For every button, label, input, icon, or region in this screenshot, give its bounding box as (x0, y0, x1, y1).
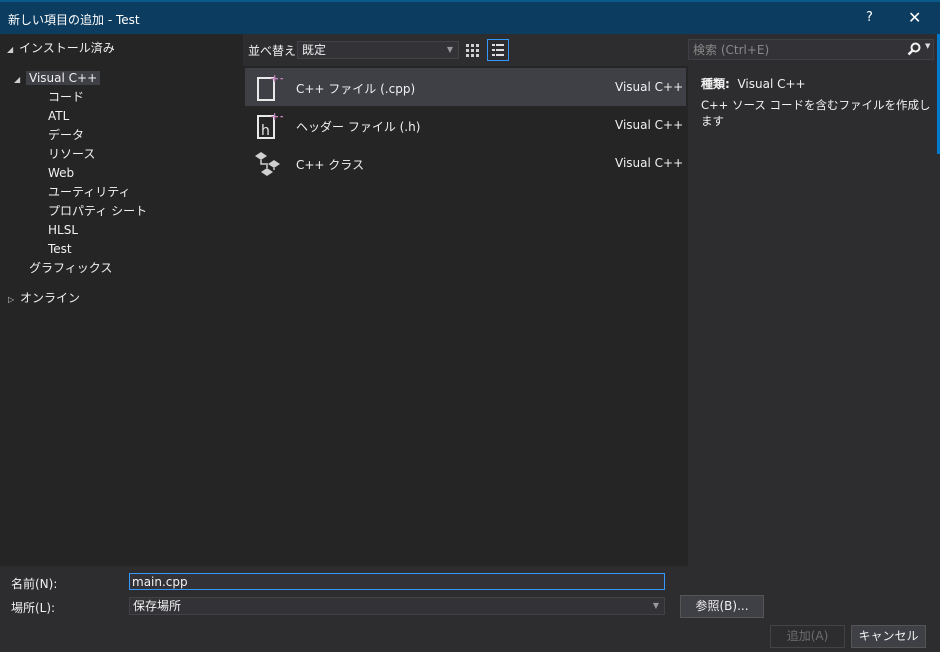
name-input[interactable] (129, 573, 665, 590)
tree-item-property-sheet[interactable]: プロパティ シート (48, 202, 147, 220)
list-item[interactable]: h ++ ヘッダー ファイル (.h) Visual C++ (245, 106, 686, 144)
tree-item-visual-cpp[interactable]: ◢ Visual C++ (14, 69, 101, 89)
title-bar: 新しい項目の追加 - Test ? ✕ (0, 0, 940, 34)
location-dropdown[interactable]: 保存場所 ▼ (129, 597, 665, 615)
close-button[interactable]: ✕ (908, 8, 921, 27)
item-form: 名前(N): 場所(L): 保存場所 ▼ 参照(B)... 追加(A) キャンセ… (0, 566, 940, 652)
chevron-down-icon: ▼ (652, 601, 659, 610)
add-button[interactable]: 追加(A) (770, 625, 845, 648)
detail-type-label: 種類: (701, 77, 730, 91)
item-language: Visual C++ (615, 118, 684, 132)
item-name: ヘッダー ファイル (.h) (296, 120, 421, 134)
expanded-arrow-icon[interactable]: ◢ (14, 71, 26, 89)
expanded-arrow-icon[interactable]: ◢ (7, 41, 19, 59)
tree-item-online[interactable]: ▷ オンライン (8, 289, 80, 307)
search-input[interactable] (689, 40, 899, 59)
header-file-icon: h ++ (257, 110, 283, 139)
sort-value: 既定 (302, 43, 327, 57)
list-view-button[interactable] (487, 39, 509, 61)
grid-icon (466, 44, 479, 57)
cpp-class-icon (255, 152, 280, 176)
svg-text:++: ++ (270, 110, 283, 123)
list-item[interactable]: ++ C++ ファイル (.cpp) Visual C++ (245, 68, 686, 106)
tree-item-utility[interactable]: ユーティリティ (48, 183, 131, 201)
tree-item-label: オンライン (20, 291, 81, 305)
help-button[interactable]: ? (866, 10, 873, 25)
tree-item-atl[interactable]: ATL (48, 107, 69, 125)
tree-item-label: Visual C++ (26, 71, 101, 85)
items-toolbar: 並べ替え: 既定 ▼ (243, 34, 688, 66)
detail-type-value: Visual C++ (737, 77, 806, 91)
svg-text:++: ++ (270, 72, 283, 85)
tree-item-resource[interactable]: リソース (48, 145, 95, 163)
detail-type: 種類: Visual C++ (701, 75, 806, 92)
list-icon (492, 44, 504, 56)
svg-text:h: h (261, 123, 270, 139)
tree-item-graphics[interactable]: グラフィックス (29, 259, 112, 277)
search-options-icon[interactable]: ▼ (925, 42, 930, 50)
search-icon[interactable] (907, 42, 921, 56)
cancel-button[interactable]: キャンセル (851, 625, 926, 648)
item-name: C++ ファイル (.cpp) (296, 82, 416, 96)
category-tree: ◢ インストール済み ◢ Visual C++ コード ATL データ リソース W… (0, 34, 243, 566)
search-box: ▼ (688, 39, 934, 60)
tree-item-installed[interactable]: ◢ インストール済み (7, 39, 115, 57)
item-name: C++ クラス (296, 158, 365, 172)
list-item[interactable]: C++ クラス Visual C++ (245, 144, 686, 182)
details-pane: 種類: Visual C++ C++ ソース コードを含むファイルを作成します (688, 66, 940, 566)
item-language: Visual C++ (615, 80, 684, 94)
tree-item-test[interactable]: Test (48, 240, 72, 258)
location-value: 保存場所 (133, 599, 182, 613)
chevron-down-icon: ▼ (446, 45, 453, 54)
tree-item-web[interactable]: Web (48, 164, 74, 182)
location-label: 場所(L): (11, 601, 56, 615)
browse-button[interactable]: 参照(B)... (680, 595, 764, 618)
tree-item-code[interactable]: コード (48, 88, 84, 106)
collapsed-arrow-icon[interactable]: ▷ (8, 291, 20, 309)
sort-label: 並べ替え: (248, 44, 301, 58)
detail-description: C++ ソース コードを含むファイルを作成します (701, 98, 931, 128)
sort-dropdown[interactable]: 既定 ▼ (297, 41, 459, 59)
tree-item-label: インストール済み (19, 41, 115, 55)
template-list: ++ C++ ファイル (.cpp) Visual C++ h ++ ヘッダー … (243, 66, 688, 566)
cpp-file-icon: ++ (257, 72, 283, 101)
grid-view-button[interactable] (461, 39, 483, 61)
item-language: Visual C++ (615, 156, 684, 170)
tree-item-hlsl[interactable]: HLSL (48, 221, 78, 239)
name-label: 名前(N): (11, 577, 58, 591)
tree-item-data[interactable]: データ (48, 126, 84, 144)
window-title: 新しい項目の追加 - Test (8, 13, 140, 27)
